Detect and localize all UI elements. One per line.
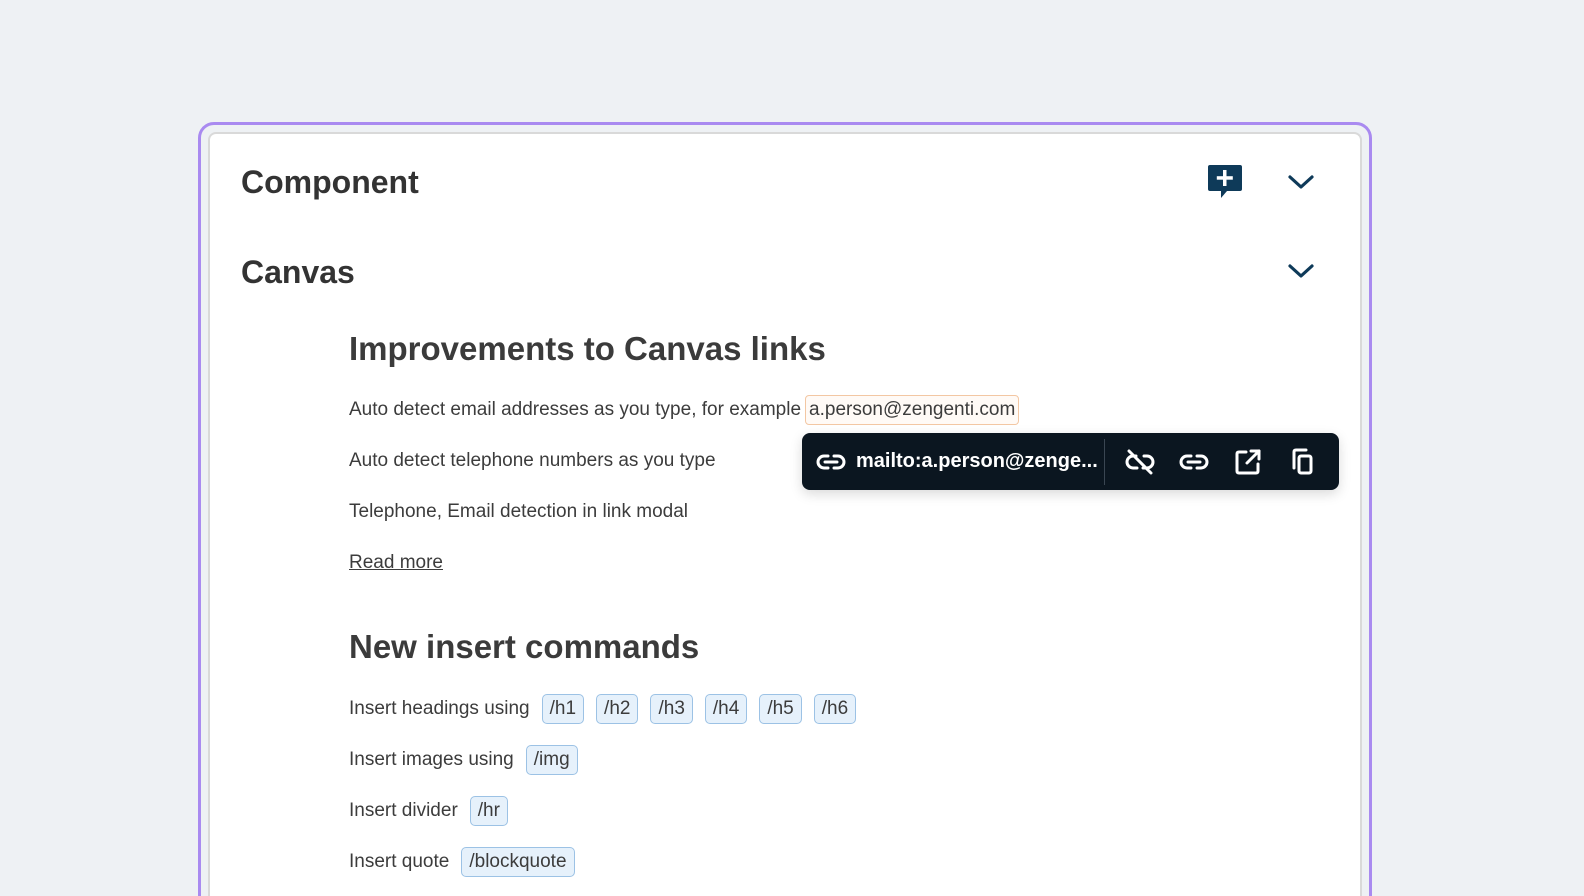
unlink-icon[interactable] (1123, 445, 1157, 479)
popover-actions (1123, 445, 1339, 479)
section-title-canvas: Canvas (241, 254, 355, 290)
open-external-icon[interactable] (1231, 445, 1265, 479)
paragraph-insert-headings: Insert headings using /h1 /h2 /h3 /h4 /h… (349, 694, 857, 724)
command-tag-h3: /h3 (650, 694, 693, 724)
edit-link-icon[interactable] (1177, 445, 1211, 479)
paragraph-email-detect: Auto detect email addresses as you type,… (349, 395, 1020, 425)
popover-link-url[interactable]: mailto:a.person@zenge... (802, 450, 1104, 473)
add-comment-icon[interactable] (1204, 162, 1244, 202)
paragraph-insert-quote: Insert quote /blockquote (349, 847, 575, 877)
paragraph-modal-detect: Telephone, Email detection in link modal (349, 501, 689, 522)
command-tag-h5: /h5 (759, 694, 802, 724)
read-more-link-text[interactable]: Read more (349, 552, 443, 574)
copy-icon[interactable] (1285, 445, 1319, 479)
section-title-component: Component (241, 164, 419, 200)
command-tag-h4: /h4 (704, 694, 748, 724)
chevron-down-icon[interactable] (1286, 172, 1316, 192)
editor-frame: Component Canvas Improvements to Canvas … (198, 122, 1372, 896)
command-tag-h2: /h2 (596, 694, 639, 724)
chevron-down-icon[interactable] (1286, 261, 1316, 281)
paragraph-insert-divider: Insert divider /hr (349, 796, 508, 826)
paragraph-text: Insert headings using (349, 698, 530, 719)
link-popover: mailto:a.person@zenge... (802, 433, 1339, 490)
heading-canvas-links: Improvements to Canvas links (349, 330, 826, 367)
command-tag-blockquote: /blockquote (461, 847, 575, 877)
paragraph-insert-images: Insert images using /img (349, 745, 578, 775)
popover-divider (1104, 438, 1105, 485)
command-tag-h6: /h6 (813, 694, 857, 724)
command-tag-img: /img (525, 745, 578, 775)
heading-insert-commands: New insert commands (349, 628, 700, 665)
paragraph-text: Insert quote (349, 851, 450, 872)
paragraph-phone-detect: Auto detect telephone numbers as you typ… (349, 450, 716, 471)
popover-url-text[interactable]: mailto:a.person@zenge... (856, 450, 1098, 473)
editor-panel: Component Canvas Improvements to Canvas … (208, 132, 1362, 896)
paragraph-text: Auto detect email addresses as you type,… (349, 399, 802, 420)
paragraph-text: Insert divider (349, 800, 458, 821)
read-more-link[interactable]: Read more (349, 552, 443, 574)
detected-email-link[interactable]: a.person@zengenti.com (805, 395, 1020, 425)
command-tag-h1: /h1 (541, 694, 585, 724)
paragraph-text: Insert images using (349, 749, 514, 770)
link-icon (816, 454, 846, 469)
command-tag-hr: /hr (469, 796, 508, 826)
